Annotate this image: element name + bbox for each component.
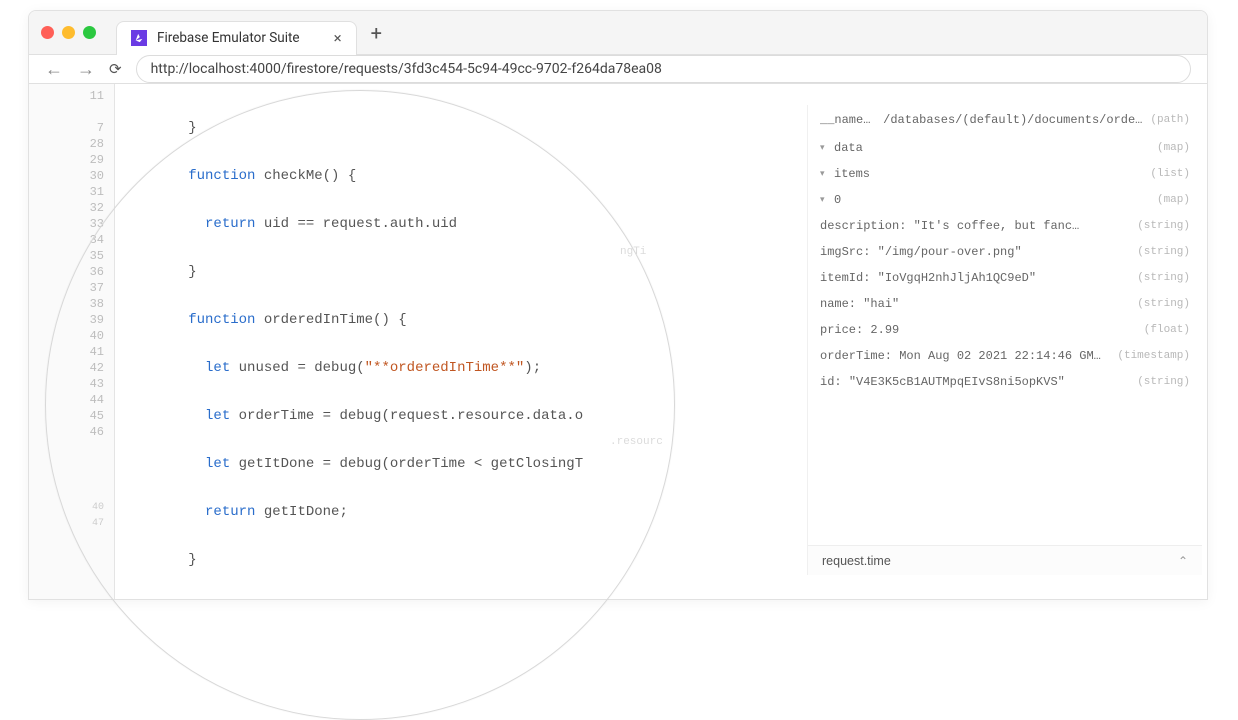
forward-button[interactable]: → — [77, 59, 95, 80]
url-input[interactable]: http://localhost:4000/firestore/requests… — [136, 55, 1191, 83]
truncated-text: .resourc — [610, 434, 663, 450]
chevron-up-icon[interactable]: ⌃ — [1178, 554, 1188, 568]
info-row-name-item[interactable]: name: "hai" (string) — [808, 291, 1202, 317]
back-button[interactable]: ← — [45, 59, 63, 80]
info-row-description[interactable]: description: "It's coffee, but fanc… (st… — [808, 213, 1202, 239]
reload-button[interactable]: ⟳ — [109, 60, 122, 78]
window-minimize-button[interactable] — [62, 26, 75, 39]
info-row-id[interactable]: id: "V4E3K5cB1AUTMpqEIvS8ni5opKVS" (stri… — [808, 369, 1202, 395]
truncated-text: ngTi — [620, 244, 646, 260]
tab-close-icon[interactable]: × — [334, 29, 342, 47]
tab-bar: Firebase Emulator Suite × + — [29, 11, 1207, 55]
info-row-imgsrc[interactable]: imgSrc: "/img/pour-over.png" (string) — [808, 239, 1202, 265]
window-zoom-button[interactable] — [83, 26, 96, 39]
chevron-down-icon[interactable] — [820, 167, 830, 180]
request-data-panel: __name__: /databases/(default)/documents… — [807, 105, 1202, 575]
info-row-items[interactable]: items (list) — [808, 161, 1202, 187]
chevron-down-icon[interactable] — [820, 193, 830, 206]
info-row-ordertime[interactable]: orderTime: Mon Aug 02 2021 22:14:46 GM… … — [808, 343, 1202, 369]
traffic-lights — [41, 26, 96, 39]
new-tab-button[interactable]: + — [371, 21, 382, 45]
info-row-data[interactable]: data (map) — [808, 135, 1202, 161]
info-row-itemid[interactable]: itemId: "IoVgqH2nhJljAh1QC9eD" (string) — [808, 265, 1202, 291]
firebase-favicon — [131, 30, 147, 46]
info-row-name[interactable]: __name__: /databases/(default)/documents… — [808, 105, 1202, 135]
url-text: http://localhost:4000/firestore/requests… — [151, 61, 662, 77]
browser-tab[interactable]: Firebase Emulator Suite × — [116, 21, 357, 55]
info-row-index0[interactable]: 0 (map) — [808, 187, 1202, 213]
code-gutter: 117282930313233343536—373839404142434445… — [29, 84, 115, 600]
tab-title: Firebase Emulator Suite — [157, 30, 300, 46]
chevron-down-icon[interactable] — [820, 141, 830, 154]
address-bar: ← → ⟳ http://localhost:4000/firestore/re… — [29, 55, 1207, 84]
window-close-button[interactable] — [41, 26, 54, 39]
info-row-price[interactable]: price: 2.99 (float) — [808, 317, 1202, 343]
request-time-section-header[interactable]: request.time ⌃ — [808, 545, 1202, 575]
